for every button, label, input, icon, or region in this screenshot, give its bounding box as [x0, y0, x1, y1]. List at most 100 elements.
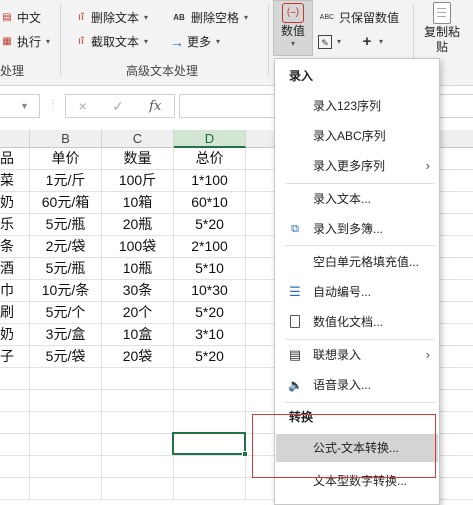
extract-text-button[interactable]: ıĩ 截取文本 ▾	[74, 32, 148, 52]
menu-item-fill-blank[interactable]: 空白单元格填充值...	[276, 248, 438, 276]
cell[interactable]: 20瓶	[102, 214, 174, 236]
keep-numbers-button[interactable]: ABC 只保留数值	[318, 8, 399, 28]
cell[interactable]: 总价	[174, 148, 246, 170]
column-header-b[interactable]: B	[30, 130, 102, 148]
cell[interactable]	[102, 368, 174, 390]
cell[interactable]: 刷	[0, 302, 30, 324]
cell[interactable]	[174, 456, 246, 478]
cell[interactable]: 20袋	[102, 346, 174, 368]
cell[interactable]	[0, 456, 30, 478]
cell[interactable]	[102, 456, 174, 478]
plus-button[interactable]: + ▾	[360, 32, 383, 52]
cell[interactable]	[0, 412, 30, 434]
copy-paste-button[interactable]: 复制粘 贴	[418, 0, 466, 56]
menu-item-voice-input[interactable]: 🔈 语音录入...	[276, 371, 438, 399]
cell[interactable]: 5*20	[174, 346, 246, 368]
cell[interactable]: 2*100	[174, 236, 246, 258]
cell[interactable]: 品	[0, 148, 30, 170]
execute-button[interactable]: ▦ 执行 ▾	[0, 32, 50, 52]
cell[interactable]: 5元/袋	[30, 346, 102, 368]
cell[interactable]: 数量	[102, 148, 174, 170]
cell[interactable]	[30, 456, 102, 478]
menu-item-suggest-input[interactable]: ▤ 联想录入 ›	[276, 341, 438, 369]
selected-cell[interactable]	[172, 432, 248, 457]
cell[interactable]: 1*100	[174, 170, 246, 192]
cell[interactable]	[0, 434, 30, 456]
menu-item-input-text[interactable]: 录入文本...	[276, 185, 438, 213]
cell[interactable]: 5元/瓶	[30, 214, 102, 236]
menu-item-input-more[interactable]: 录入更多序列 ›	[276, 152, 438, 180]
cell[interactable]: 子	[0, 346, 30, 368]
menu-item-numeric-doc[interactable]: 数值化文档...	[276, 308, 438, 336]
insert-function-icon[interactable]: fx	[149, 99, 161, 114]
cell[interactable]: 60元/箱	[30, 192, 102, 214]
cell[interactable]	[0, 478, 30, 500]
column-header-c[interactable]: C	[102, 130, 174, 148]
cell[interactable]: 60*10	[174, 192, 246, 214]
cell[interactable]: 10瓶	[102, 258, 174, 280]
cell[interactable]: 10元/条	[30, 280, 102, 302]
menu-item-input-multi-book[interactable]: ⧉ 录入到多簿...	[276, 215, 438, 243]
cell[interactable]	[0, 390, 30, 412]
cell[interactable]: 5*20	[174, 214, 246, 236]
cell[interactable]: 1元/斤	[30, 170, 102, 192]
name-box[interactable]: ▼	[0, 94, 40, 118]
cell[interactable]: 100袋	[102, 236, 174, 258]
cell[interactable]: 5元/瓶	[30, 258, 102, 280]
cell[interactable]: 奶	[0, 324, 30, 346]
cancel-icon[interactable]: ×	[79, 98, 87, 114]
edit-format-button[interactable]: ✎ ▾	[318, 32, 341, 52]
cell[interactable]: 奶	[0, 192, 30, 214]
cell[interactable]: 巾	[0, 280, 30, 302]
chinese-button[interactable]: ▤ 中文	[0, 8, 41, 28]
cell[interactable]: 菜	[0, 170, 30, 192]
column-header-d[interactable]: D	[174, 130, 246, 148]
menu-item-auto-number[interactable]: ☰ 自动编号...	[276, 278, 438, 306]
chevron-down-icon[interactable]: ▼	[20, 101, 29, 111]
cell[interactable]: 3*10	[174, 324, 246, 346]
delete-text-button[interactable]: ıĩ 删除文本 ▾	[74, 8, 148, 28]
cell[interactable]: 单价	[30, 148, 102, 170]
menu-item-input-abc[interactable]: 录入ABC序列	[276, 122, 438, 150]
delete-space-button[interactable]: AB 删除空格 ▾	[170, 8, 248, 28]
cell[interactable]: 10箱	[102, 192, 174, 214]
cell[interactable]	[30, 478, 102, 500]
cell[interactable]: 5元/个	[30, 302, 102, 324]
plus-icon: +	[362, 33, 372, 50]
column-header-a[interactable]	[0, 130, 30, 148]
resize-handle-icon[interactable]: ⋮	[48, 99, 58, 110]
cell[interactable]: 2元/袋	[30, 236, 102, 258]
cell[interactable]: 100斤	[102, 170, 174, 192]
menu-item-input-123[interactable]: 录入123序列	[276, 92, 438, 120]
cell[interactable]: 5*10	[174, 258, 246, 280]
cell[interactable]	[174, 478, 246, 500]
cell[interactable]	[174, 412, 246, 434]
confirm-icon[interactable]: ✓	[112, 98, 124, 115]
cell[interactable]: 酒	[0, 258, 30, 280]
fill-handle[interactable]	[242, 451, 248, 457]
cell[interactable]	[30, 368, 102, 390]
cell[interactable]	[102, 478, 174, 500]
cell[interactable]	[0, 368, 30, 390]
menu-item-formula-text-convert[interactable]: 公式-文本转换...	[276, 434, 438, 462]
cell[interactable]: 3元/盒	[30, 324, 102, 346]
cell[interactable]: 5*20	[174, 302, 246, 324]
numeric-button[interactable]: (–) 数值 ▾	[273, 0, 313, 56]
cell[interactable]	[102, 434, 174, 456]
cell[interactable]: 条	[0, 236, 30, 258]
cell[interactable]: 乐	[0, 214, 30, 236]
cell[interactable]: 10*30	[174, 280, 246, 302]
cell[interactable]: 30条	[102, 280, 174, 302]
cell[interactable]: 10盒	[102, 324, 174, 346]
cell[interactable]: 20个	[102, 302, 174, 324]
cell[interactable]	[174, 390, 246, 412]
cell[interactable]	[174, 368, 246, 390]
menu-item-text-number-convert[interactable]: 文本型数字转换...	[276, 467, 438, 495]
cell[interactable]	[102, 412, 174, 434]
numeric-label: 数值	[280, 24, 305, 38]
cell[interactable]	[30, 412, 102, 434]
cell[interactable]	[102, 390, 174, 412]
more-button[interactable]: → 更多 ▾	[170, 32, 220, 52]
cell[interactable]	[30, 434, 102, 456]
cell[interactable]	[30, 390, 102, 412]
